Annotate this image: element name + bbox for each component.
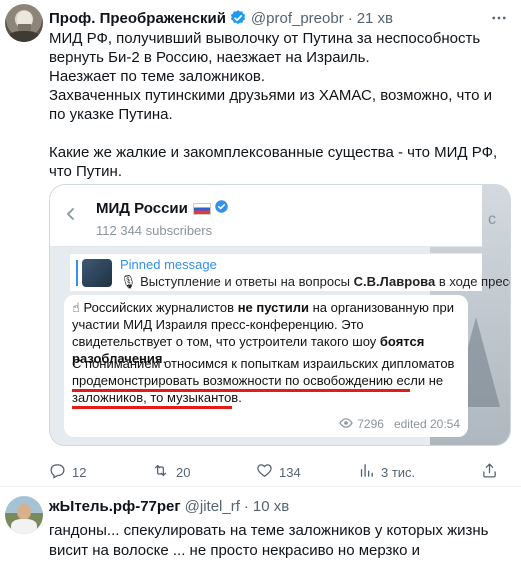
tweet-paragraph [49,124,509,143]
separator-dot: · [243,498,249,515]
reply-author-handle[interactable]: @jitel_rf [185,498,240,515]
tweet-header: Проф. Преображенский @prof_preobr · 21 х… [49,8,393,28]
more-icon[interactable] [489,8,509,28]
share-button[interactable] [481,462,504,482]
tweet-timestamp[interactable]: 21 хв [357,10,393,27]
reply-button[interactable]: 12 [49,462,86,482]
back-arrow-icon [64,207,78,226]
author-avatar[interactable] [5,4,43,42]
tweet-actions: 12 20 134 3 тис. [49,462,509,482]
telegram-channel-header: МИД России 112 344 subscribers [50,185,482,247]
message-paragraph: С пониманием относимся к попыткам израил… [72,356,455,405]
reply-timestamp[interactable]: 10 хв [253,498,289,515]
tweet-text: МИД РФ, получивший выволочку от Путина з… [49,29,509,181]
tweet-paragraph: Захваченных путинскими друзьями из ХАМАС… [49,87,497,123]
retweet-count: 20 [176,464,191,480]
channel-name: МИД России [96,199,229,218]
tweet[interactable]: Проф. Преображенский @prof_preobr · 21 х… [0,0,521,487]
like-button[interactable]: 134 [256,462,301,482]
tweet-paragraph: Наезжает по теме заложников. [49,68,266,85]
reply-count: 12 [72,464,87,480]
telegram-message: ☝ Российских журналистов не пустили на о… [64,295,468,437]
retweet-button[interactable]: 20 [151,462,190,482]
tweet-paragraph: МИД РФ, получивший выволочку от Путина з… [49,30,485,66]
verified-badge-icon [229,9,247,27]
russia-flag-icon [192,202,211,215]
pinned-title: Pinned message [120,257,217,272]
bar-chart-icon [358,462,381,482]
message-views: 7296 [357,417,384,431]
reply-text: гандоны... спекулировать на теме заложни… [49,522,489,565]
microphone-icon: 🎙 [120,274,141,289]
author-handle[interactable]: @prof_preobr [251,10,344,27]
red-underline [72,406,232,409]
reply-tweet[interactable]: жЫтель.рф-77рег @jitel_rf · 10 хв гандон… [0,488,521,565]
reply-author-avatar[interactable] [5,496,43,534]
pinned-message: Pinned message 🎙 Выступление и ответы на… [70,253,510,291]
reply-header: жЫтель.рф-77рег @jitel_rf · 10 хв [49,498,289,515]
red-underline [72,389,410,392]
views-count: 3 тис. [381,464,416,480]
verified-badge-icon [214,199,229,218]
attached-image[interactable]: МИД России 112 344 subscribers с Pinned … [49,184,511,446]
pinned-thumbnail [82,259,112,287]
retweet-icon [151,462,176,482]
reply-icon [49,462,72,482]
channel-subscribers: 112 344 subscribers [96,223,213,238]
message-meta: 7296 edited 20:54 [339,417,460,431]
tweet-paragraph: Какие же жалкие и закомплексованные суще… [49,144,502,180]
pinned-text: 🎙 Выступление и ответы на вопросы С.В.Ла… [120,274,510,289]
reply-author-name[interactable]: жЫтель.рф-77рег [49,498,181,515]
message-edited: edited 20:54 [393,417,460,431]
like-count: 134 [279,464,301,480]
views-button[interactable]: 3 тис. [358,462,415,482]
cropped-char: с [488,211,496,228]
pinned-accent-bar [76,260,78,286]
share-icon [481,462,504,482]
author-name[interactable]: Проф. Преображенский [49,10,226,27]
separator-dot: · [347,9,353,27]
eye-icon [339,417,353,431]
heart-icon [256,462,279,482]
